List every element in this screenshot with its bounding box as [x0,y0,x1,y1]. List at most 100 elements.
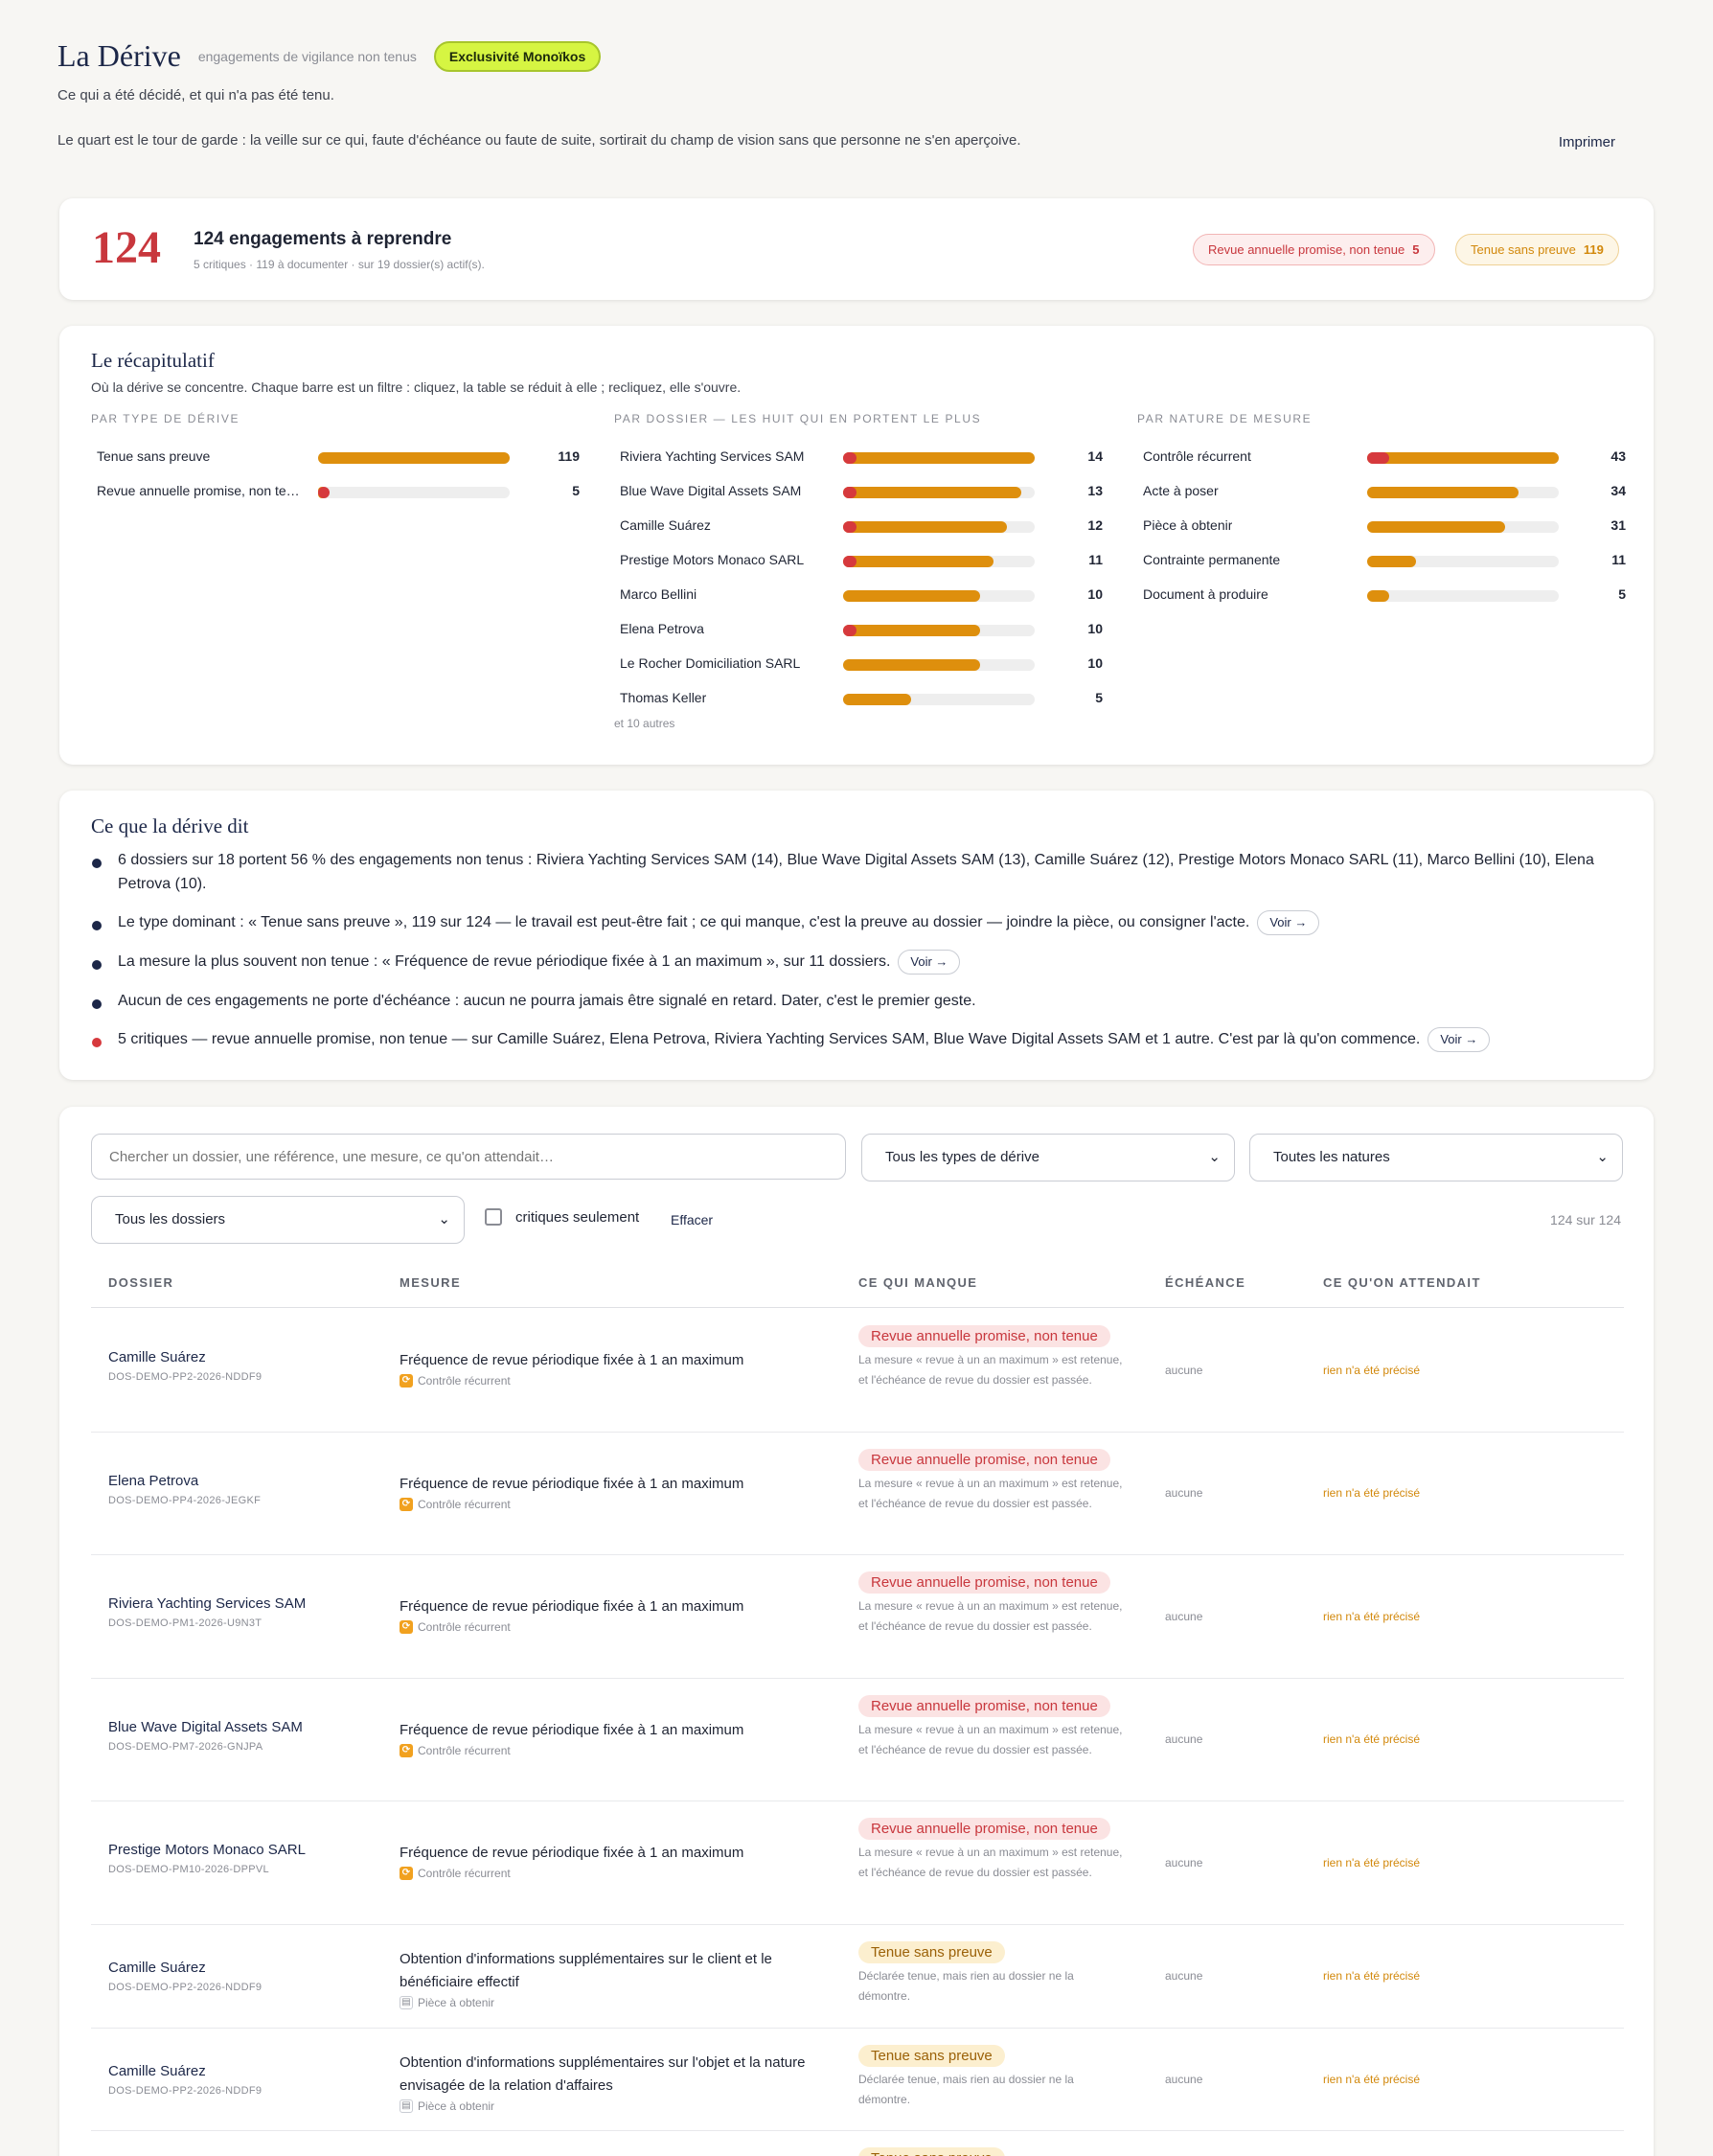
recap-bar-row[interactable]: Contrôle récurrent 43 [1137,445,1626,479]
dossier-name-link[interactable]: Camille Suárez [108,1349,262,1365]
bar-label: Revue annuelle promise, non te… [97,483,300,498]
search-input[interactable] [91,1134,846,1180]
dossier-cell[interactable]: Riviera Yachting Services SAM DOS-DEMO-PM… [108,1595,306,1629]
drift-type-badge: Revue annuelle promise, non tenue [858,1818,1110,1840]
dossier-cell[interactable]: Blue Wave Digital Assets SAM DOS-DEMO-PM7… [108,1719,303,1753]
attendait-cell: rien n'a été précisé [1323,2072,1421,2086]
table-row[interactable]: Riviera Yachting Services SAM DOS-DEMO-PM… [91,1555,1624,1679]
filter-pill-unproven[interactable]: Tenue sans preuve 119 [1455,234,1619,265]
voir-button[interactable]: Voir → [1428,1027,1491,1052]
nature-text: Contrôle récurrent [418,1498,511,1511]
bar-track[interactable] [1367,487,1559,498]
filter-pill-critical[interactable]: Revue annuelle promise, non tenue 5 [1193,234,1435,265]
column-header-echeance[interactable]: Échéance [1165,1275,1245,1290]
pill-count: 5 [1412,242,1420,257]
table-row[interactable]: Prestige Motors Monaco SARL DOS-DEMO-PM10… [91,1801,1624,1925]
table-row[interactable]: Elena Petrova DOS-DEMO-PP4-2026-JEGKF Fréq… [91,1433,1624,1555]
dossier-cell[interactable]: Camille Suárez DOS-DEMO-PP2-2026-NDDF9 [108,1349,262,1383]
dossier-select[interactable]: Tous les dossiers ⌄ [91,1196,465,1244]
recap-bar-row[interactable]: Pièce à obtenir 31 [1137,514,1626,548]
dossier-name-link[interactable]: Camille Suárez [108,2063,262,2079]
bar-track[interactable] [1367,556,1559,567]
nature-select[interactable]: Toutes les natures ⌄ [1249,1134,1623,1181]
dossier-name-link[interactable]: Riviera Yachting Services SAM [108,1595,306,1612]
manque-description: La mesure « revue à un an maximum » est … [858,1353,1123,1387]
table-row[interactable]: Camille Suárez DOS-DEMO-PP2-2026-NDDF9 Obt… [91,1925,1624,2029]
bar-track[interactable] [1367,521,1559,533]
bar-track[interactable] [318,487,510,498]
dossier-reference: DOS-DEMO-PM7-2026-GNJPA [108,1741,263,1753]
bar-count: 11 [1088,552,1103,567]
type-select[interactable]: Tous les types de dérive ⌄ [861,1134,1235,1181]
column-header-dossier[interactable]: Dossier [108,1275,173,1290]
bar-track[interactable] [843,487,1035,498]
print-link[interactable]: Imprimer [1559,134,1615,150]
dossier-name-link[interactable]: Blue Wave Digital Assets SAM [108,1719,303,1735]
dossier-cell[interactable]: Camille Suárez DOS-DEMO-PP2-2026-NDDF9 [108,2063,262,2097]
dossier-name-link[interactable]: Prestige Motors Monaco SARL [108,1842,306,1858]
recap-bar-row[interactable]: Elena Petrova 10 [614,617,1103,652]
manque-cell: Revue annuelle promise, non tenue La mesu… [858,1818,1127,1883]
chevron-down-icon: ⌄ [1596,1149,1609,1165]
manque-cell: Tenue sans preuve Déclarée tenue, mais ri… [858,2045,1127,2110]
bar-critical-fill [843,452,857,464]
table-row[interactable]: Camille Suárez DOS-DEMO-PP2-2026-NDDF9 Fré… [91,1309,1624,1433]
bar-track[interactable] [843,694,1035,705]
recap-bar-row[interactable]: Tenue sans preuve 119 [91,445,580,479]
recap-bar-row[interactable]: Document à produire 5 [1137,583,1626,617]
checkbox-box[interactable] [485,1208,502,1226]
mesure-cell: Fréquence de revue périodique fixée à 1 … [400,1719,821,1757]
bar-count: 10 [1087,621,1103,636]
bar-count: 34 [1610,483,1626,498]
manque-description: La mesure « revue à un an maximum » est … [858,1599,1123,1633]
voir-button[interactable]: Voir → [1257,910,1320,935]
bar-label: Prestige Motors Monaco SARL [620,552,805,567]
recap-bar-row[interactable]: Contrainte permanente 11 [1137,548,1626,583]
bar-track[interactable] [843,625,1035,636]
bar-track[interactable] [318,452,510,464]
bar-track[interactable] [843,521,1035,533]
bar-label: Marco Bellini [620,586,697,602]
recap-bar-row[interactable]: Prestige Motors Monaco SARL 11 [614,548,1103,583]
bar-track[interactable] [1367,590,1559,602]
bar-track[interactable] [1367,452,1559,464]
bar-track[interactable] [843,659,1035,671]
column-header-attendait[interactable]: Ce qu'on attendait [1323,1275,1481,1290]
dossier-name-link[interactable]: Elena Petrova [108,1473,261,1489]
mesure-title: Fréquence de revue périodique fixée à 1 … [400,1598,744,1615]
dossier-cell[interactable]: Prestige Motors Monaco SARL DOS-DEMO-PM10… [108,1842,306,1875]
dossier-name-link[interactable]: Camille Suárez [108,1960,262,1976]
voir-button[interactable]: Voir → [898,950,961,975]
dossier-cell[interactable]: Elena Petrova DOS-DEMO-PP4-2026-JEGKF [108,1473,261,1506]
insights-list: 6 dossiers sur 18 portent 56 % des engag… [91,848,1624,1067]
drift-type-badge: Tenue sans preuve [858,2045,1005,2067]
table-row[interactable]: Camille Suárez DOS-DEMO-PP2-2026-NDDF9 Obt… [91,2029,1624,2131]
recap-bar-row[interactable]: Le Rocher Domiciliation SARL 10 [614,652,1103,686]
bar-label: Le Rocher Domiciliation SARL [620,655,801,671]
table-header: Dossier Mesure Ce qui manque Échéance Ce… [91,1268,1624,1308]
column-header-mesure[interactable]: Mesure [400,1275,461,1290]
critical-only-checkbox[interactable]: critiques seulement [485,1208,639,1226]
summary-card: 124 124 engagements à reprendre 5 critiq… [59,198,1654,300]
table-row[interactable]: Blue Wave Digital Assets SAM DOS-DEMO-PM7… [91,1679,1624,1801]
clear-filters-link[interactable]: Effacer [671,1212,713,1227]
recap-bar-row[interactable]: Blue Wave Digital Assets SAM 13 [614,479,1103,514]
recap-bar-row[interactable]: Thomas Keller 5 [614,686,1103,721]
page-header: La Dérive engagements de vigilance non t… [57,38,1638,150]
echeance-cell: aucune [1165,1486,1203,1500]
bar-track[interactable] [843,590,1035,602]
recap-bar-row[interactable]: Riviera Yachting Services SAM 14 [614,445,1103,479]
nature-text: Contrôle récurrent [418,1744,511,1757]
bar-track[interactable] [843,556,1035,567]
bullet-icon [92,1038,102,1047]
table-row[interactable]: Vérification renforcée de l'origine des … [91,2131,1624,2156]
bar-count: 10 [1087,655,1103,671]
column-header-manque[interactable]: Ce qui manque [858,1275,977,1290]
bar-track[interactable] [843,452,1035,464]
recap-bar-row[interactable]: Camille Suárez 12 [614,514,1103,548]
recap-bar-row[interactable]: Acte à poser 34 [1137,479,1626,514]
dossier-cell[interactable]: Camille Suárez DOS-DEMO-PP2-2026-NDDF9 [108,1960,262,1993]
bar-count: 31 [1610,517,1626,533]
recap-bar-row[interactable]: Marco Bellini 10 [614,583,1103,617]
recap-bar-row[interactable]: Revue annuelle promise, non te… 5 [91,479,580,514]
